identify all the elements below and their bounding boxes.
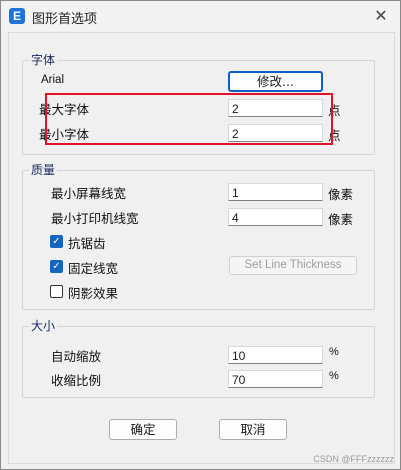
auto-zoom-unit: % <box>329 346 339 358</box>
check-icon: ✓ <box>52 236 61 247</box>
graphics-preferences-dialog: E 图形首选项 ✕ 字体 Arial 修改... 最大字体 2 点 最小字体 2… <box>0 0 401 470</box>
min-screen-line-unit: 像素 <box>328 187 354 202</box>
ok-button[interactable]: 确定 <box>109 419 177 440</box>
antialias-checkbox[interactable]: ✓ <box>50 235 63 248</box>
shadow-label: 阴影效果 <box>68 286 119 301</box>
font-group-label: 字体 <box>29 51 58 68</box>
shrink-ratio-unit: % <box>329 370 339 382</box>
title-bar[interactable]: E 图形首选项 ✕ <box>1 1 400 31</box>
quality-group-label: 质量 <box>29 161 58 178</box>
shrink-ratio-input[interactable]: 70 <box>228 370 323 388</box>
min-screen-line-input[interactable]: 1 <box>228 183 323 201</box>
shrink-ratio-label: 收缩比例 <box>51 373 102 388</box>
antialias-label: 抗锯齿 <box>68 236 106 251</box>
auto-zoom-label: 自动缩放 <box>51 349 102 364</box>
fixed-width-label: 固定线宽 <box>68 261 119 276</box>
set-line-thickness-button[interactable]: Set Line Thickness <box>229 256 357 275</box>
min-screen-line-label: 最小屏幕线宽 <box>51 186 127 201</box>
size-group: 大小 自动缩放 10 % 收缩比例 70 % <box>22 317 375 398</box>
shadow-checkbox[interactable] <box>50 285 63 298</box>
min-print-line-unit: 像素 <box>328 212 354 227</box>
app-e-icon: E <box>9 8 25 24</box>
min-print-line-label: 最小打印机线宽 <box>51 211 139 226</box>
auto-zoom-input[interactable]: 10 <box>228 346 323 364</box>
watermark: CSDN @FFFzzzzzz <box>313 454 394 464</box>
font-name: Arial <box>41 74 65 86</box>
fixed-width-checkbox[interactable]: ✓ <box>50 260 63 273</box>
modify-font-button[interactable]: 修改... <box>228 71 323 92</box>
check-icon: ✓ <box>52 261 61 272</box>
quality-group: 质量 最小屏幕线宽 1 像素 最小打印机线宽 4 像素 ✓ 抗锯齿 ✓ 固定线宽… <box>22 161 375 310</box>
highlight-box <box>45 93 333 145</box>
cancel-button[interactable]: 取消 <box>219 419 287 440</box>
close-icon[interactable]: ✕ <box>370 6 392 26</box>
min-print-line-input[interactable]: 4 <box>228 208 323 226</box>
dialog-body: 字体 Arial 修改... 最大字体 2 点 最小字体 2 点 质量 最小屏幕… <box>8 32 395 464</box>
window-title: 图形首选项 <box>32 12 98 27</box>
size-group-label: 大小 <box>29 317 58 334</box>
